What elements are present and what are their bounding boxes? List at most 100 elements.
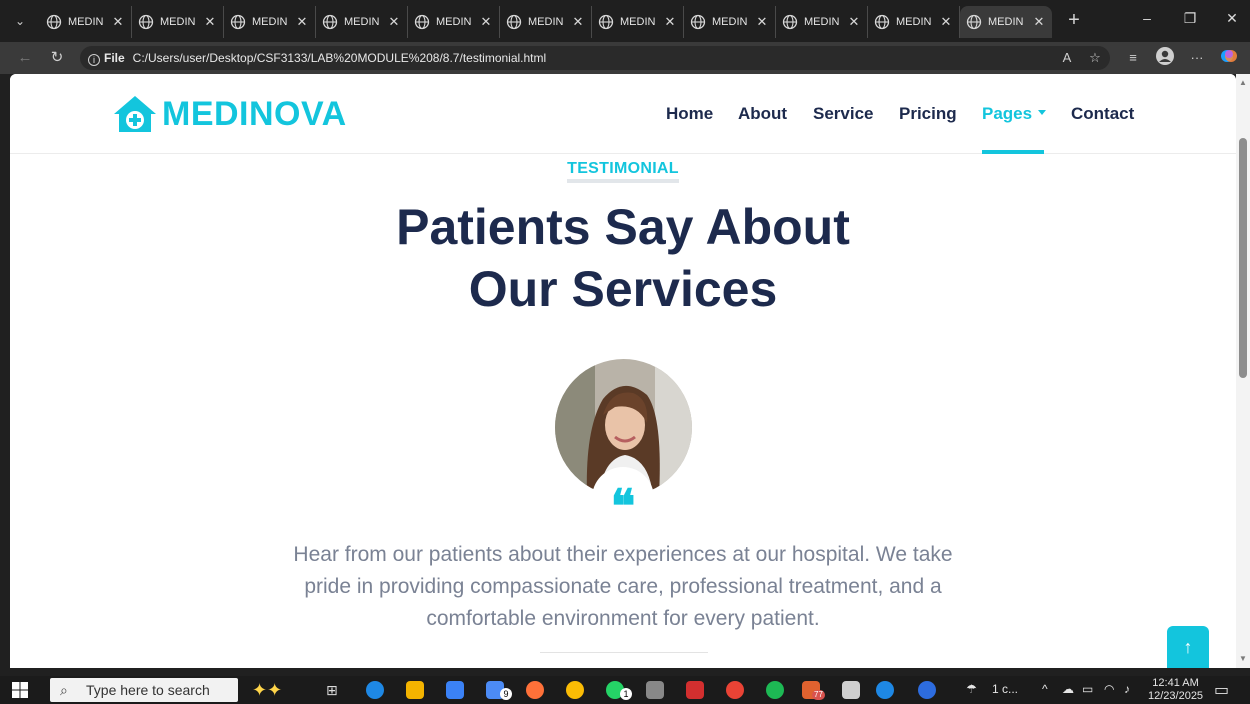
- tab-actions-menu-button[interactable]: ⌄: [8, 9, 32, 33]
- scroll-up-arrow-icon[interactable]: ▲: [1239, 78, 1247, 87]
- browser-tab[interactable]: MEDIN ✕: [132, 6, 224, 38]
- show-hidden-icons-icon[interactable]: ^: [1042, 682, 1048, 696]
- refresh-button[interactable]: ↻: [46, 47, 68, 69]
- nav-pricing-link[interactable]: Pricing: [899, 104, 957, 124]
- whatsapp-badge: 1: [620, 688, 632, 700]
- close-tab-icon[interactable]: ✕: [663, 14, 677, 30]
- snipping-tool-icon[interactable]: [842, 681, 860, 699]
- tab-title: MEDIN: [68, 16, 104, 28]
- browser-tab[interactable]: MEDIN ✕: [776, 6, 868, 38]
- minimize-button[interactable]: –: [1135, 10, 1159, 26]
- brand-name: MEDINOVA: [162, 94, 347, 133]
- spotify-icon[interactable]: [766, 681, 784, 699]
- task-view-icon[interactable]: ⊞: [326, 681, 344, 699]
- browser-tab[interactable]: MEDIN ✕: [316, 6, 408, 38]
- edge-browser-icon[interactable]: [366, 681, 384, 699]
- browser-tab[interactable]: MEDIN ✕: [408, 6, 500, 38]
- mail-badge: 9: [500, 688, 512, 700]
- windows-start-icon[interactable]: [10, 680, 30, 700]
- edge-active-icon[interactable]: [876, 681, 894, 699]
- browser-tab[interactable]: MEDIN ✕: [40, 6, 132, 38]
- nav-home-link[interactable]: Home: [666, 104, 713, 124]
- hospital-house-icon: [114, 96, 156, 132]
- firefox-icon[interactable]: [526, 681, 544, 699]
- wifi-icon[interactable]: ◠: [1104, 682, 1114, 696]
- globe-icon: [414, 14, 430, 30]
- clock-date: 12/23/2025: [1148, 690, 1204, 702]
- browser-tab[interactable]: MEDIN ✕: [224, 6, 316, 38]
- close-tab-icon[interactable]: ✕: [847, 14, 861, 30]
- globe-icon: [690, 14, 706, 30]
- url-field[interactable]: i File C:/Users/user/Desktop/CSF3133/LAB%2…: [80, 46, 1110, 70]
- copilot-icon[interactable]: [1218, 47, 1240, 69]
- url-text: C:/Users/user/Desktop/CSF3133/LAB%20MODU…: [132, 51, 547, 65]
- browser-address-bar: ← ↻ i File C:/Users/user/Desktop/CSF3133/L…: [0, 42, 1250, 74]
- weather-text[interactable]: 1 c...: [992, 682, 1018, 696]
- close-window-button[interactable]: ✕: [1220, 10, 1244, 27]
- close-tab-icon[interactable]: ✕: [479, 14, 493, 30]
- brand-logo[interactable]: MEDINOVA: [112, 92, 347, 136]
- back-to-top-button[interactable]: ↑: [1167, 626, 1209, 668]
- back-button[interactable]: ←: [14, 47, 36, 69]
- browser-tab[interactable]: MEDIN ✕: [684, 6, 776, 38]
- taskbar-search-box[interactable]: ⌕ Type here to search: [50, 678, 238, 702]
- tab-title: MEDIN: [160, 16, 196, 28]
- nav-service-link[interactable]: Service: [813, 104, 874, 124]
- chrome-profile-icon[interactable]: [726, 681, 744, 699]
- page-viewport: MEDINOVA Home About Service Pricing Page…: [10, 74, 1236, 668]
- close-tab-icon[interactable]: ✕: [387, 14, 401, 30]
- windows-taskbar: ⌕ Type here to search ✦✦ ⊞ 9 1 77 ☂ 1 c.…: [0, 676, 1250, 704]
- page-scrollbar[interactable]: ▲ ▼: [1236, 74, 1250, 668]
- weather-icon[interactable]: ☂: [966, 682, 977, 696]
- more-options-icon[interactable]: ···: [1186, 47, 1208, 69]
- tab-title: MEDIN: [620, 16, 656, 28]
- tab-title: MEDIN: [804, 16, 840, 28]
- site-info-icon[interactable]: i: [88, 54, 100, 66]
- tab-title: MEDIN: [528, 16, 564, 28]
- scrollbar-thumb[interactable]: [1239, 138, 1247, 378]
- read-aloud-icon[interactable]: A: [1056, 47, 1078, 69]
- tab-title: MEDIN: [344, 16, 380, 28]
- notifications-icon[interactable]: ▭: [1214, 680, 1229, 700]
- tab-strip: MEDIN ✕ MEDIN ✕ MEDIN ✕ MEDIN ✕ MEDIN ✕ MEDIN ✕ MEDI…: [40, 6, 1052, 38]
- close-tab-icon[interactable]: ✕: [295, 14, 309, 30]
- battery-icon[interactable]: ▭: [1082, 682, 1093, 696]
- tab-title: MEDIN: [896, 16, 932, 28]
- scroll-down-arrow-icon[interactable]: ▼: [1239, 654, 1247, 663]
- globe-icon: [506, 14, 522, 30]
- telegram-badge: 77: [812, 690, 825, 700]
- nav-contact-link[interactable]: Contact: [1071, 104, 1134, 124]
- browser-tab[interactable]: MEDIN ✕: [868, 6, 960, 38]
- file-explorer-icon[interactable]: [406, 681, 424, 699]
- close-tab-icon[interactable]: ✕: [755, 14, 769, 30]
- quote-icon: ❝: [610, 479, 636, 533]
- chrome-icon[interactable]: [566, 681, 584, 699]
- globe-icon: [46, 14, 62, 30]
- browser-tab[interactable]: MEDIN ✕: [500, 6, 592, 38]
- microsoft-store-icon[interactable]: [446, 681, 464, 699]
- browser-tab[interactable]: MEDIN ✕: [960, 6, 1052, 38]
- taskbar-clock[interactable]: 12:41 AM 12/23/2025: [1148, 677, 1203, 703]
- restore-button[interactable]: ❐: [1178, 10, 1202, 27]
- volume-icon[interactable]: ♪: [1124, 682, 1130, 696]
- globe-icon: [598, 14, 614, 30]
- heading-line-2: Our Services: [468, 261, 778, 317]
- close-tab-icon[interactable]: ✕: [203, 14, 217, 30]
- close-tab-icon[interactable]: ✕: [111, 14, 125, 30]
- favorite-star-icon[interactable]: ☆: [1084, 47, 1106, 69]
- globe-icon: [230, 14, 246, 30]
- browser-tab[interactable]: MEDIN ✕: [592, 6, 684, 38]
- close-tab-icon[interactable]: ✕: [1032, 14, 1046, 30]
- nav-pages-dropdown[interactable]: Pages: [982, 104, 1047, 124]
- close-tab-icon[interactable]: ✕: [571, 14, 585, 30]
- new-tab-button[interactable]: +: [1063, 9, 1085, 31]
- help-icon[interactable]: [918, 681, 936, 699]
- copilot-sparkle-icon[interactable]: ✦✦: [252, 681, 296, 699]
- onedrive-icon[interactable]: ☁: [1062, 682, 1074, 696]
- profile-avatar-icon[interactable]: [1154, 47, 1176, 69]
- app-tree-icon[interactable]: [646, 681, 664, 699]
- close-tab-icon[interactable]: ✕: [939, 14, 953, 30]
- wps-office-icon[interactable]: [686, 681, 704, 699]
- nav-about-link[interactable]: About: [738, 104, 787, 124]
- favorites-icon[interactable]: ≡: [1122, 47, 1144, 69]
